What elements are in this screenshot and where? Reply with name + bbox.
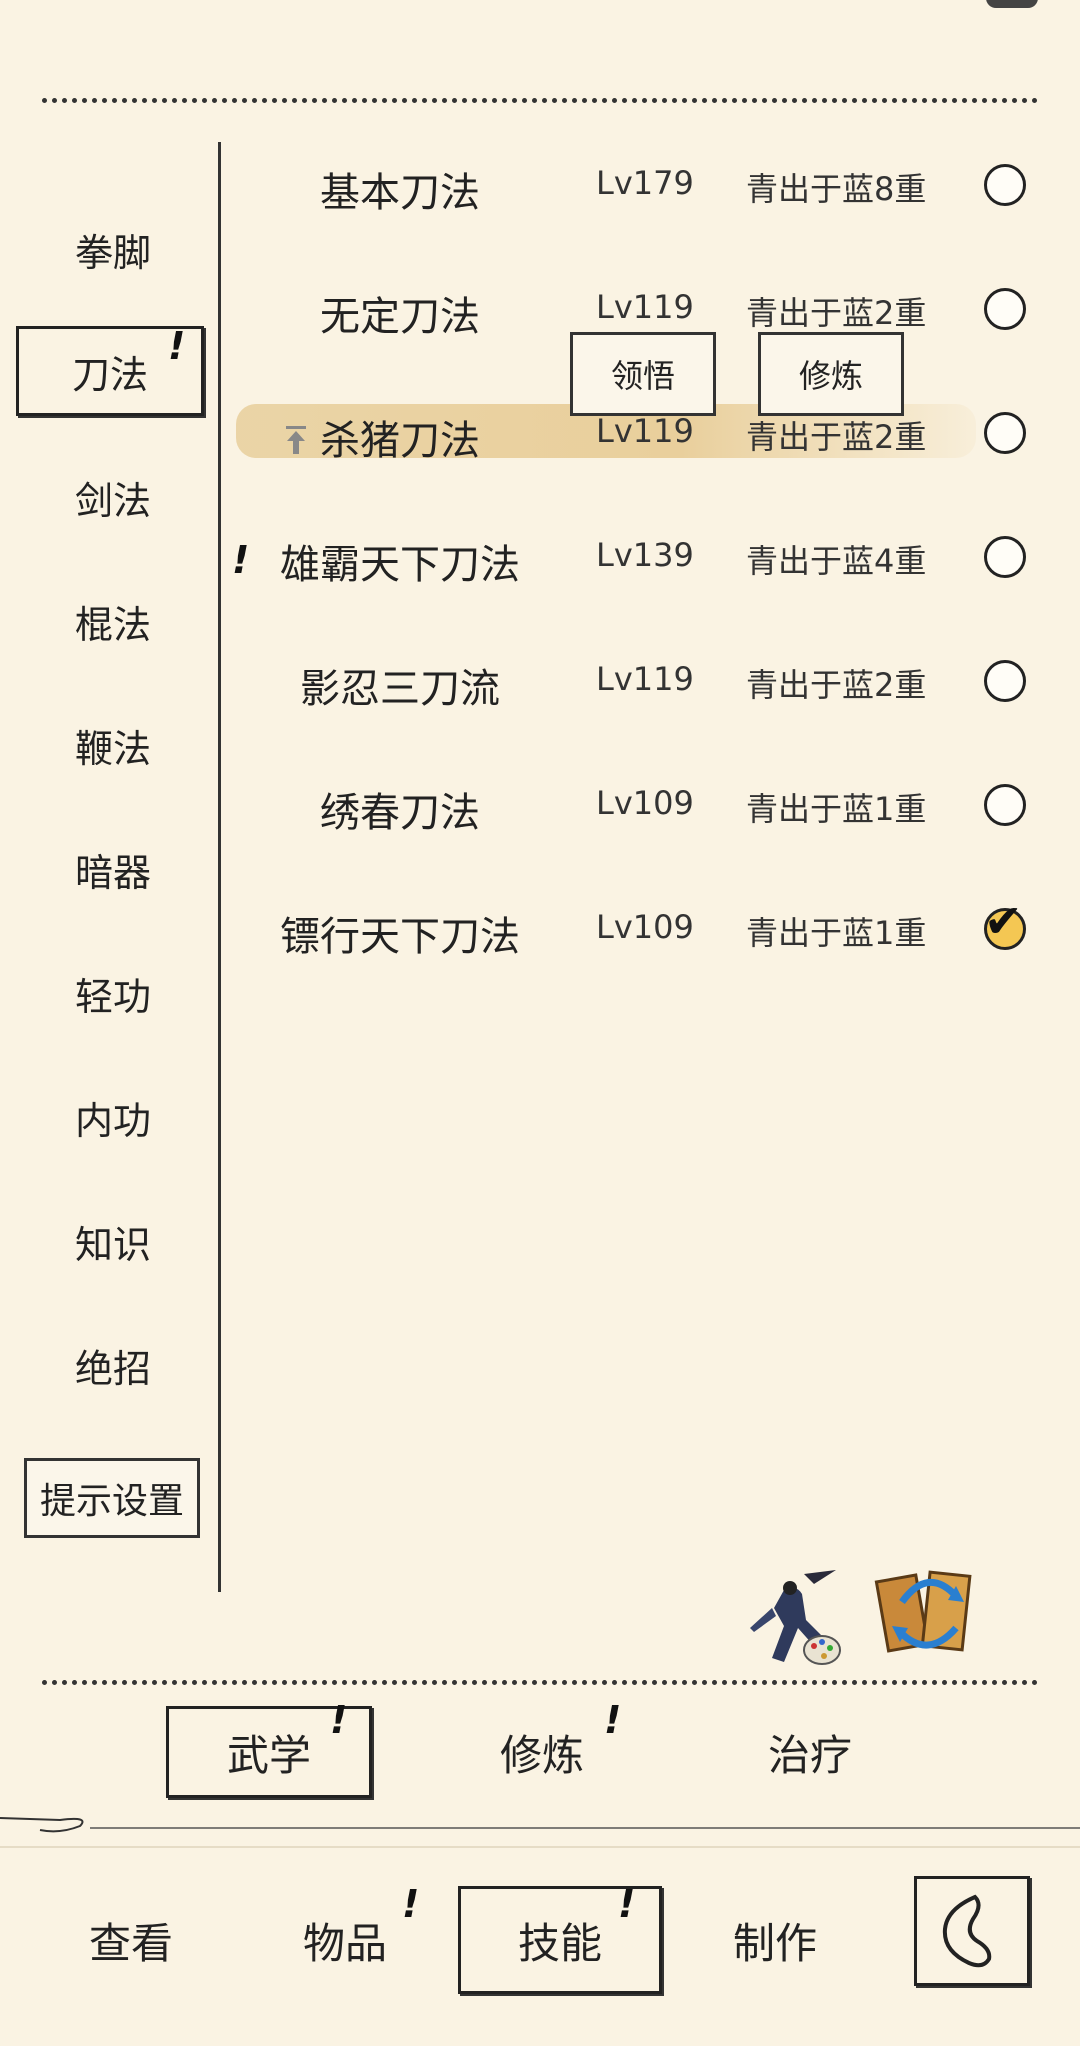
skill-level: Lv109	[596, 908, 694, 946]
skill-rank: 青出于蓝8重	[746, 170, 927, 208]
category-label: 绝招	[74, 1346, 151, 1391]
skill-name: 基本刀法	[320, 170, 480, 216]
ink-stroke-divider	[0, 1817, 1080, 1833]
back-button[interactable]	[914, 1876, 1030, 1986]
category-label: 棍法	[74, 602, 151, 647]
category-jianfa[interactable]: 剑法	[28, 458, 198, 536]
skill-name: 杀猪刀法	[320, 418, 480, 464]
category-label: 轻功	[74, 974, 151, 1019]
category-neigong[interactable]: 内功	[28, 1078, 198, 1156]
category-label: 鞭法	[74, 726, 151, 771]
skill-rank: 青出于蓝4重	[746, 542, 927, 580]
skill-name: 雄霸天下刀法	[280, 542, 520, 588]
category-label: 刀法	[71, 352, 148, 397]
skill-row[interactable]: 基本刀法 Lv179 青出于蓝8重	[240, 146, 1040, 226]
tab-chakan[interactable]: 查看	[56, 1894, 206, 1986]
skill-radio[interactable]	[984, 660, 1026, 702]
category-quanjiao[interactable]: 拳脚	[28, 210, 198, 288]
category-zhishi[interactable]: 知识	[28, 1202, 198, 1280]
skill-rank: 青出于蓝2重	[746, 294, 927, 332]
skill-level: Lv119	[596, 660, 694, 698]
category-gunfa[interactable]: 棍法	[28, 582, 198, 660]
back-icon	[942, 1894, 992, 1968]
skill-radio[interactable]	[984, 288, 1026, 330]
alert-mark: !	[604, 1698, 622, 1742]
alert-mark: !	[330, 1698, 348, 1742]
skill-radio[interactable]	[984, 536, 1026, 578]
category-qinggong[interactable]: 轻功	[28, 954, 198, 1032]
tab-wupin[interactable]: 物品	[270, 1894, 420, 1986]
category-label: 知识	[74, 1222, 151, 1267]
skill-row[interactable]: 雄霸天下刀法 Lv139 青出于蓝4重	[240, 518, 1040, 598]
tab-label: 制作	[732, 1918, 817, 1968]
skill-rank: 青出于蓝1重	[746, 790, 927, 828]
skill-radio[interactable]	[984, 784, 1026, 826]
skill-level: Lv119	[596, 412, 694, 450]
tab-label: 技能	[517, 1918, 602, 1968]
skill-level: Lv139	[596, 536, 694, 574]
skill-rank: 青出于蓝2重	[746, 666, 927, 704]
alert-mark: !	[168, 324, 186, 368]
skill-name: 镖行天下刀法	[280, 914, 520, 960]
alert-mark: !	[618, 1882, 636, 1926]
tab-label: 治疗	[767, 1730, 852, 1780]
checkmark-icon: ✔	[984, 894, 1023, 948]
bottom-divider	[42, 1680, 1038, 1685]
skill-level: Lv179	[596, 164, 694, 202]
alert-mark: !	[402, 1882, 420, 1926]
skill-level: Lv119	[596, 288, 694, 326]
tab-zhiliao[interactable]: 治疗	[710, 1706, 910, 1798]
category-bianfa[interactable]: 鞭法	[28, 706, 198, 784]
sidebar-divider	[218, 142, 221, 1592]
tab-label: 武学	[226, 1730, 311, 1780]
skill-radio[interactable]	[984, 164, 1026, 206]
category-anqi[interactable]: 暗器	[28, 830, 198, 908]
skill-row[interactable]: 影忍三刀流 Lv119 青出于蓝2重	[240, 642, 1040, 722]
category-label: 暗器	[74, 850, 151, 895]
train-button[interactable]: 修炼	[758, 332, 904, 416]
skill-name: 绣春刀法	[320, 790, 480, 836]
skill-name: 影忍三刀流	[300, 666, 500, 712]
skill-name: 无定刀法	[320, 294, 480, 340]
category-label: 拳脚	[74, 230, 151, 275]
tab-label: 查看	[88, 1918, 173, 1968]
book-swap-icon[interactable]	[872, 1562, 984, 1662]
skill-rank: 青出于蓝1重	[746, 914, 927, 952]
skill-rank: 青出于蓝2重	[746, 418, 927, 456]
skill-radio[interactable]	[984, 412, 1026, 454]
skill-level: Lv109	[596, 784, 694, 822]
tab-label: 修炼	[499, 1730, 584, 1780]
category-label: 剑法	[74, 478, 151, 523]
tab-label: 物品	[302, 1918, 387, 1968]
hint-settings-button[interactable]: 提示设置	[24, 1458, 200, 1538]
top-divider	[42, 98, 1038, 103]
tab-zhizuo[interactable]: 制作	[700, 1894, 850, 1986]
skill-row[interactable]: 镖行天下刀法 Lv109 青出于蓝1重 ✔	[240, 890, 1040, 970]
top-handle	[986, 0, 1038, 8]
category-juezhao[interactable]: 绝招	[28, 1326, 198, 1404]
swordsman-palette-icon[interactable]	[744, 1568, 844, 1668]
skill-row[interactable]: 绣春刀法 Lv109 青出于蓝1重	[240, 766, 1040, 846]
category-label: 内功	[74, 1098, 151, 1143]
comprehend-button[interactable]: 领悟	[570, 332, 716, 416]
